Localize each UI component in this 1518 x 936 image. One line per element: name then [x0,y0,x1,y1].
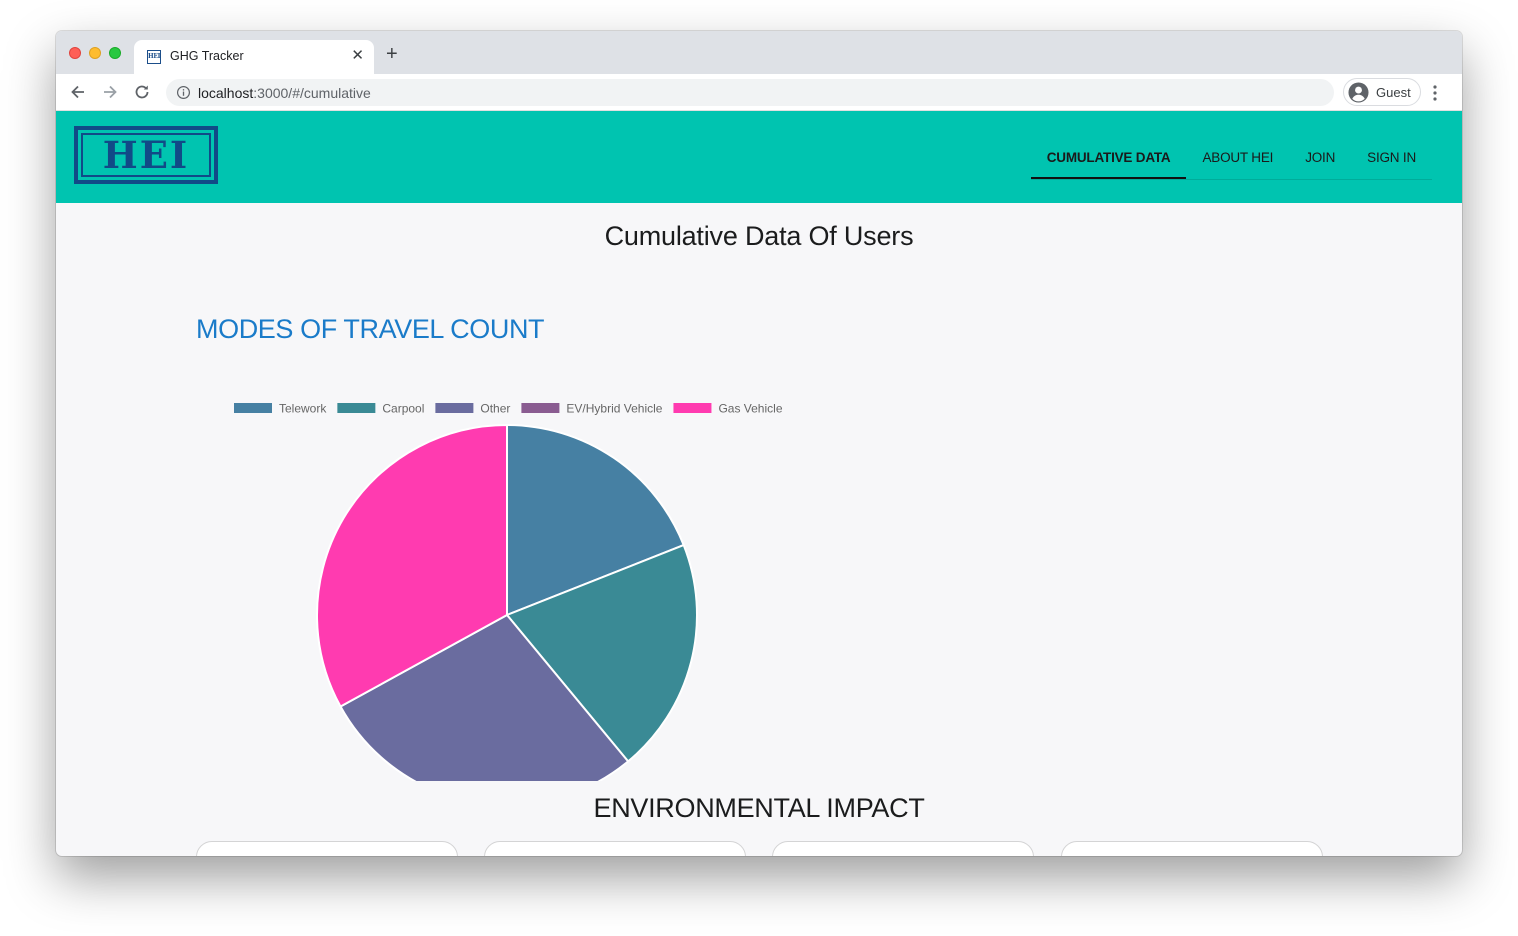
environmental-impact-heading: ENVIRONMENTAL IMPACT [593,793,925,823]
impact-card[interactable] [772,841,1034,856]
chart-heading: MODES OF TRAVEL COUNT [196,314,545,344]
nav-about-hei[interactable]: ABOUT HEI [1186,141,1289,178]
browser-toolbar: localhost:3000/#/cumulative Guest [56,74,1462,111]
legend-swatch-3[interactable] [521,403,560,413]
legend-label-4[interactable]: Gas Vehicle [718,402,782,416]
info-icon[interactable] [176,85,191,100]
modes-of-travel-pie-chart[interactable]: Telework Carpool Other EV/Hybrid Vehicle Gas… [196,361,816,781]
tab-title: GHG Tracker [170,49,244,63]
nav-join[interactable]: JOIN [1289,141,1351,178]
avatar-icon [1348,82,1369,103]
new-tab-icon[interactable]: + [386,44,398,64]
legend-label-2[interactable]: Other [480,402,510,416]
legend-swatch-0[interactable] [234,403,272,413]
nav-sign-in[interactable]: SIGN IN [1351,141,1432,178]
legend-swatch-4[interactable] [673,403,712,413]
impact-card[interactable] [1061,841,1323,856]
impact-card[interactable] [484,841,746,856]
profile-label: Guest [1376,85,1411,100]
close-window-button[interactable] [69,47,81,59]
hei-favicon-icon: HEI [147,50,161,64]
reload-icon[interactable] [132,82,152,102]
legend-label-0[interactable]: Telework [279,402,327,416]
legend-swatch-2[interactable] [435,403,474,413]
impact-card[interactable] [196,841,458,856]
svg-text:HEI: HEI [103,133,189,177]
profile-button[interactable]: Guest [1343,78,1421,106]
more-options-icon[interactable] [1432,84,1438,102]
maximize-window-button[interactable] [109,47,121,59]
legend-swatch-1[interactable] [337,403,376,413]
address-bar[interactable]: localhost:3000/#/cumulative [166,79,1334,106]
minimize-window-button[interactable] [89,47,101,59]
close-tab-icon[interactable]: ✕ [351,47,364,65]
url-host: localhost [198,85,254,101]
browser-window: HEI GHG Tracker ✕ + localhost:3000/#/cum… [56,31,1462,856]
main-menu: CUMULATIVE DATA ABOUT HEI JOIN SIGN IN [1030,141,1432,180]
url-text: localhost:3000/#/cumulative [198,85,371,101]
tab-strip: HEI GHG Tracker ✕ + [56,31,1462,74]
url-path: :3000/#/cumulative [253,85,371,101]
forward-arrow-icon[interactable] [100,82,120,102]
legend-label-3[interactable]: EV/Hybrid Vehicle [566,402,662,416]
nav-cumulative-data[interactable]: CUMULATIVE DATA [1030,141,1187,179]
legend-label-1[interactable]: Carpool [382,402,424,416]
site-navbar: HEI CUMULATIVE DATA ABOUT HEI JOIN SIGN … [56,111,1462,203]
hei-logo[interactable]: HEI [74,126,218,184]
tab-ghg-tracker[interactable]: HEI GHG Tracker ✕ [134,40,374,74]
back-arrow-icon[interactable] [68,82,88,102]
page-title: Cumulative Data Of Users [604,221,914,251]
